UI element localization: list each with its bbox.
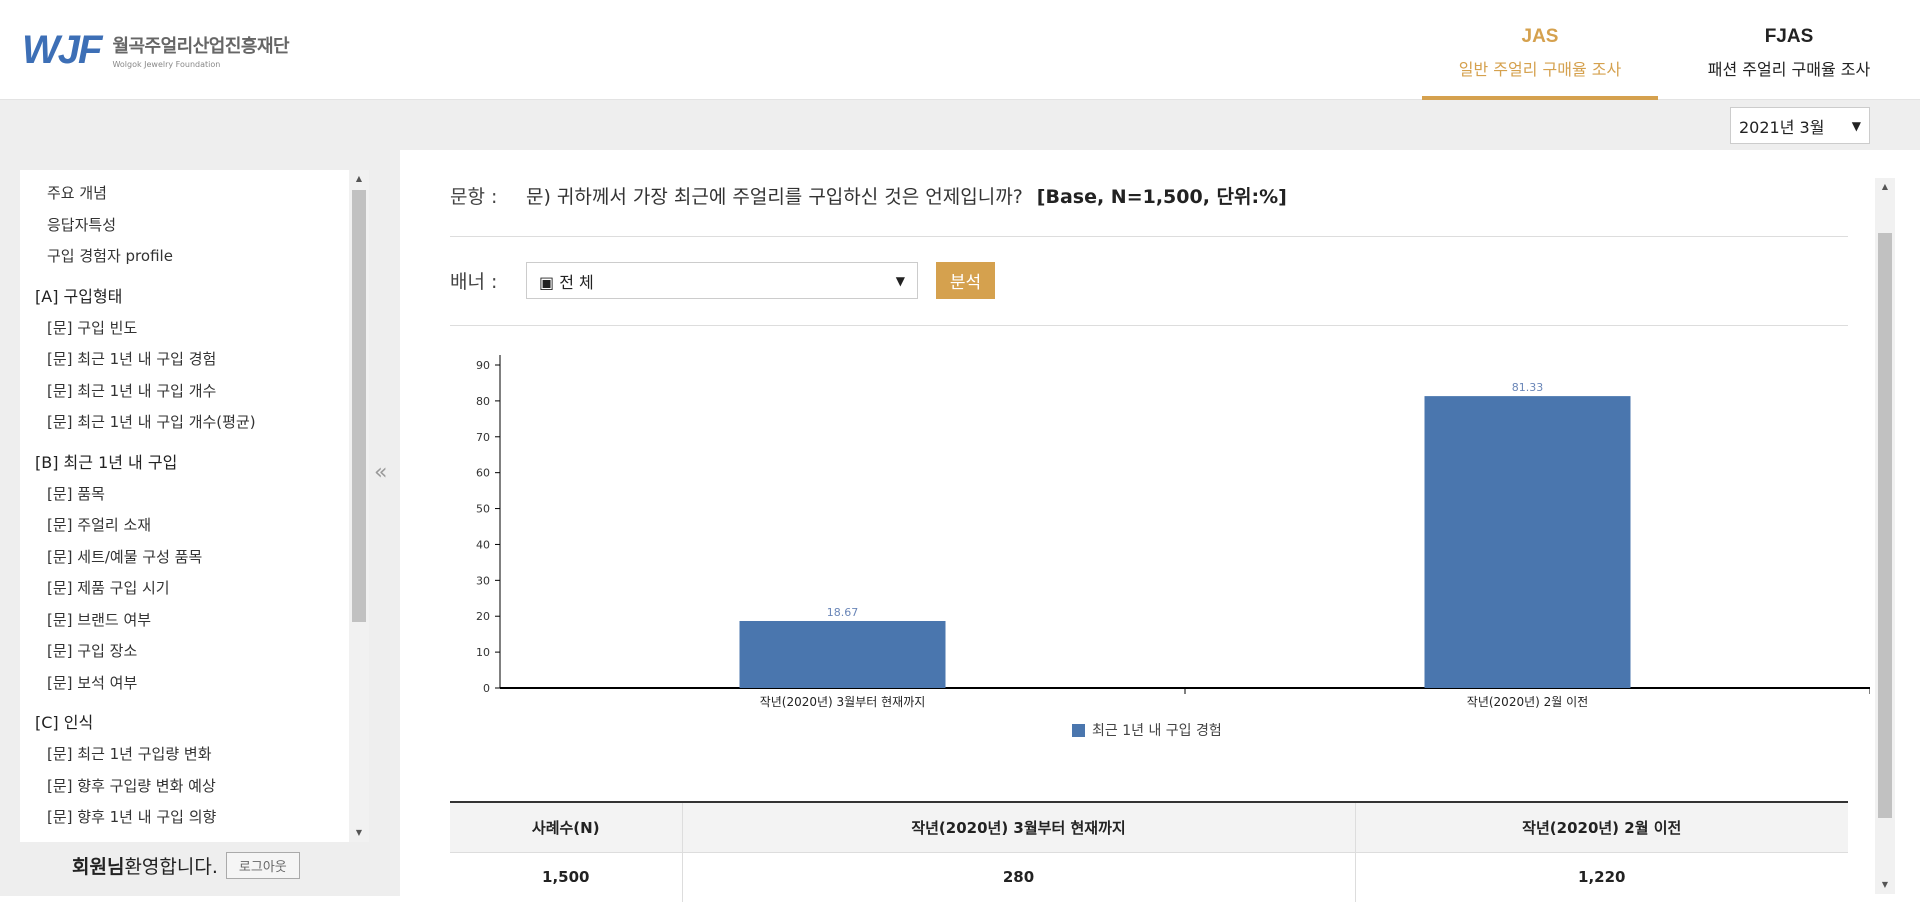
- data-label: 81.33: [1512, 381, 1544, 394]
- banner-row: 배너 : ▣ 전 체 ▼ 분석: [450, 262, 995, 299]
- logout-button[interactable]: 로그아웃: [225, 852, 300, 879]
- sidebar-item[interactable]: [문] 품목: [20, 479, 349, 511]
- sidebar-item[interactable]: [문] 최근 1년 내 구입 경험: [20, 344, 349, 376]
- sidebar-item[interactable]: 구입 경험자 profile: [20, 241, 349, 273]
- sidebar-item[interactable]: [문] 구입 장소: [20, 636, 349, 668]
- sidebar-panel: 주요 개념 응답자특성 구입 경험자 profile [A] 구입형태 [문] 구입 빈…: [0, 150, 400, 896]
- sidebar-group-title[interactable]: [A] 구입형태: [20, 281, 349, 313]
- sidebar-item[interactable]: [문] 최근 1년 구입량 변화: [20, 739, 349, 771]
- header: WJF 월곡주얼리산업진흥재단 Wolgok Jewelry Foundatio…: [0, 0, 1920, 101]
- y-tick-label: 40: [476, 538, 490, 551]
- bar: [1424, 396, 1631, 688]
- chart-legend[interactable]: 최근 1년 내 구입 경험: [1072, 720, 1222, 740]
- table-header-cell: 작년(2020년) 3월부터 현재까지: [681, 801, 1355, 853]
- logo-korean-name: 월곡주얼리산업진흥재단: [112, 35, 290, 57]
- sidebar-item[interactable]: [문] 향후 1년 내 구입 의향: [20, 802, 349, 834]
- sidebar-item[interactable]: [문] 브랜드 여부: [20, 605, 349, 637]
- scroll-up-arrow-icon[interactable]: ▲: [1875, 178, 1895, 196]
- scroll-down-arrow-icon[interactable]: ▼: [1875, 876, 1895, 894]
- sidebar-item[interactable]: [문] 주얼리 소재: [20, 510, 349, 542]
- sidebar-menu: 주요 개념 응답자특성 구입 경험자 profile [A] 구입형태 [문] 구입 빈…: [20, 170, 349, 842]
- table-cell: 1,220: [1354, 852, 1848, 902]
- legend-swatch: [1072, 723, 1085, 737]
- table-cell: 1,500: [542, 868, 590, 887]
- tab-jas[interactable]: JAS 일반 주얼리 구매율 조사: [1422, 0, 1658, 101]
- results-table: 사례수(N) 작년(2020년) 3월부터 현재까지 작년(2020년) 2월 …: [450, 801, 1848, 902]
- banner-label: 배너 :: [450, 271, 498, 293]
- sidebar-scrollbar[interactable]: ▲ ▼: [349, 170, 369, 842]
- y-tick-label: 10: [476, 646, 490, 659]
- y-tick-label: 50: [476, 503, 490, 516]
- y-tick-label: 90: [476, 359, 490, 372]
- tab-fjas[interactable]: FJAS 패션 주얼리 구매율 조사: [1658, 0, 1920, 100]
- table-row: 1,500 280 1,220: [450, 852, 1848, 902]
- sidebar-item[interactable]: [문] 보석 여부: [20, 668, 349, 700]
- chevron-down-icon: ▼: [895, 273, 905, 288]
- y-tick-label: 70: [476, 431, 490, 444]
- tab-fjas-code: FJAS: [1764, 26, 1814, 47]
- analyze-button[interactable]: 분석: [936, 262, 995, 299]
- banner-select[interactable]: ▣ 전 체 ▼: [526, 262, 918, 299]
- legend-label: 최근 1년 내 구입 경험: [1092, 723, 1222, 739]
- welcome-user-name: 회원님: [72, 856, 125, 878]
- question-text: 문) 귀하께서 가장 최근에 주얼리를 구입하신 것은 언제입니까?: [526, 186, 1023, 208]
- main-content: 문항 : 문) 귀하께서 가장 최근에 주얼리를 구입하신 것은 언제입니까? …: [400, 150, 1920, 902]
- sidebar-item[interactable]: 응답자특성: [20, 210, 349, 242]
- question-row: 문항 : 문) 귀하께서 가장 최근에 주얼리를 구입하신 것은 언제입니까? …: [450, 182, 1287, 209]
- table-header-row: 사례수(N) 작년(2020년) 3월부터 현재까지 작년(2020년) 2월 …: [450, 801, 1848, 853]
- bar: [739, 620, 946, 688]
- tab-jas-code: JAS: [1521, 26, 1559, 47]
- chevron-down-icon: ▼: [1851, 118, 1861, 133]
- scroll-up-arrow-icon[interactable]: ▲: [349, 170, 369, 188]
- welcome-message: 회원님 환영합니다. 로그아웃: [72, 852, 300, 879]
- logo-mark: WJF: [22, 28, 102, 72]
- table-cell: 280: [681, 852, 1355, 902]
- sidebar-item[interactable]: [문] 세트/예물 구성 품목: [20, 542, 349, 574]
- welcome-text: 환영합니다.: [124, 856, 218, 878]
- logo[interactable]: WJF 월곡주얼리산업진흥재단 Wolgok Jewelry Foundatio…: [22, 28, 290, 72]
- sidebar-item[interactable]: [문] 최근 1년 내 구입 개수: [20, 376, 349, 408]
- scroll-down-arrow-icon[interactable]: ▼: [349, 824, 369, 842]
- data-label: 18.67: [827, 606, 859, 619]
- table-header-cell: 작년(2020년) 2월 이전: [1354, 801, 1848, 853]
- sidebar-item[interactable]: [문] 최근 1년 내 구입 개수(평균): [20, 407, 349, 439]
- sidebar-item[interactable]: [문] 구입 빈도: [20, 313, 349, 345]
- divider: [450, 325, 1848, 326]
- question-base: [Base, N=1,500, 단위:%]: [1036, 186, 1287, 208]
- y-tick-label: 0: [483, 682, 490, 695]
- collapse-sidebar-icon[interactable]: «: [374, 460, 387, 485]
- y-tick-label: 60: [476, 467, 490, 480]
- x-tick-label: 작년(2020년) 3월부터 현재까지: [760, 695, 926, 709]
- tab-jas-label: 일반 주얼리 구매율 조사: [1458, 60, 1622, 79]
- main-scrollbar[interactable]: ▲ ▼: [1875, 178, 1895, 894]
- sub-bar: 2021년 3월 ▼: [0, 100, 1920, 150]
- banner-select-value: ▣ 전 체: [539, 272, 594, 292]
- month-select-value: 2021년 3월: [1739, 117, 1825, 137]
- divider: [450, 236, 1848, 237]
- y-tick-label: 20: [476, 610, 490, 623]
- main-scroll-thumb[interactable]: [1878, 233, 1892, 818]
- tab-fjas-label: 패션 주얼리 구매율 조사: [1707, 60, 1871, 79]
- sidebar-scroll-thumb[interactable]: [352, 190, 366, 622]
- x-tick-label: 작년(2020년) 2월 이전: [1467, 695, 1588, 709]
- sidebar-group-title[interactable]: [B] 최근 1년 내 구입: [20, 447, 349, 479]
- sidebar-group-title[interactable]: [C] 인식: [20, 707, 349, 739]
- question-label: 문항 :: [450, 186, 498, 208]
- logo-english-name: Wolgok Jewelry Foundation: [112, 59, 221, 69]
- logo-text: 월곡주얼리산업진흥재단 Wolgok Jewelry Foundation: [112, 32, 289, 69]
- month-select[interactable]: 2021년 3월 ▼: [1730, 107, 1870, 144]
- table-header-cell: 사례수(N): [450, 801, 682, 853]
- y-tick-label: 30: [476, 574, 490, 587]
- bar-chart: 0 10 20 30 40 50 60 70 80 90 18.67 작년(2020년) 3월부터 현…: [476, 355, 1870, 709]
- sidebar-item[interactable]: [문] 향후 구입량 변화 예상: [20, 771, 349, 803]
- sidebar-item[interactable]: 주요 개념: [20, 178, 349, 210]
- top-navigation: JAS 일반 주얼리 구매율 조사 FJAS 패션 주얼리 구매율 조사: [1422, 0, 1920, 101]
- y-tick-label: 80: [476, 395, 490, 408]
- sidebar-item[interactable]: [문] 제품 구입 시기: [20, 573, 349, 605]
